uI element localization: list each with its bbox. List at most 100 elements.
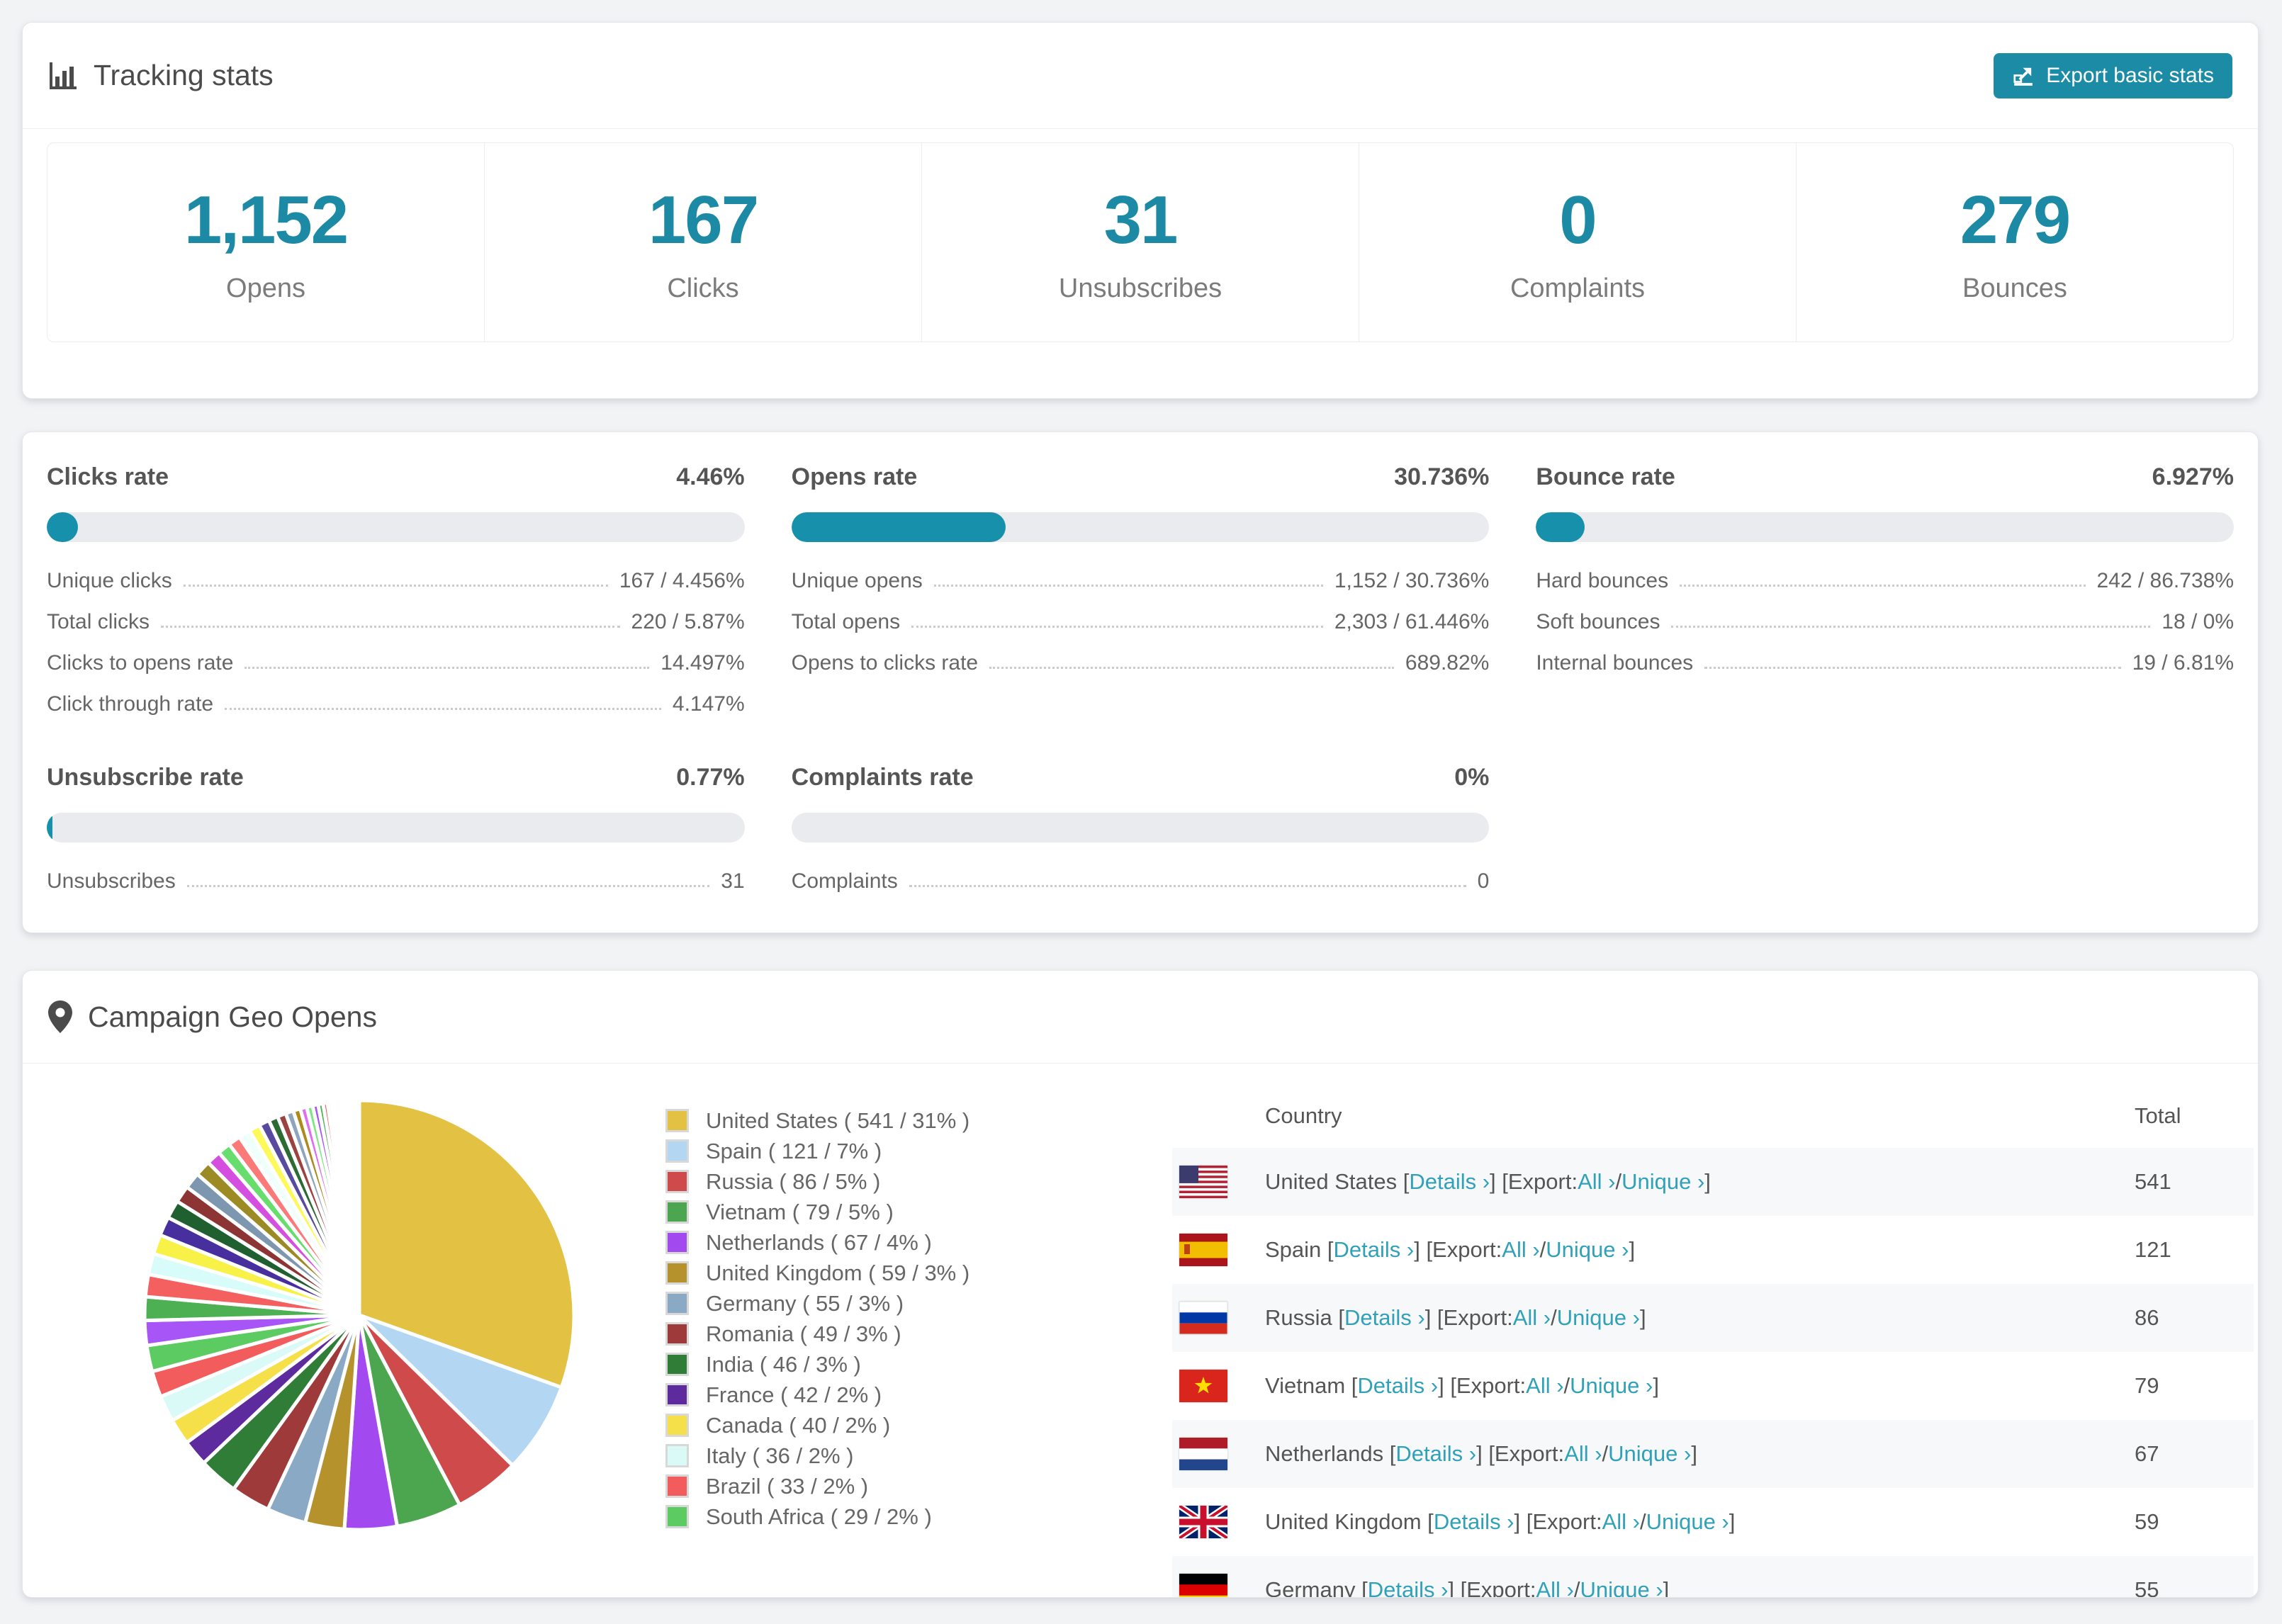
rate-progress-fill: [791, 512, 1006, 542]
rate-title: Bounce rate: [1536, 463, 1675, 490]
export-unique-link[interactable]: Unique ›: [1557, 1305, 1640, 1331]
legend-label: South Africa ( 29 / 2% ): [706, 1504, 932, 1529]
rate-detail-row: Unique clicks 167 / 4.456%: [47, 558, 745, 599]
export-all-link[interactable]: All ›: [1502, 1237, 1539, 1263]
campaign-stats-page: { "accent_color": "#1b8ba6", "link_color…: [0, 0, 2282, 1624]
dotted-leader: [161, 626, 620, 628]
export-all-link[interactable]: All ›: [1513, 1305, 1551, 1331]
rate-value: 0.77%: [676, 764, 745, 791]
legend-swatch-icon: [665, 1231, 689, 1254]
country-column-header: Country: [1265, 1103, 1342, 1128]
details-link[interactable]: Details ›: [1357, 1373, 1438, 1399]
legend-label: India ( 46 / 3% ): [706, 1351, 861, 1377]
total-cell: 55: [2135, 1577, 2159, 1598]
rate-progress-fill: [47, 512, 78, 542]
legend-item[interactable]: United States ( 541 / 31% ): [665, 1105, 969, 1136]
legend-item[interactable]: United Kingdom ( 59 / 3% ): [665, 1258, 969, 1288]
rate-block-header: Clicks rate 4.46%: [47, 463, 745, 491]
pie-legend: United States ( 541 / 31% ) Spain ( 121 /…: [665, 1105, 969, 1532]
rate-detail-row: Complaints 0: [792, 858, 1490, 899]
bar-chart-icon: [50, 62, 77, 89]
legend-swatch-icon: [665, 1139, 689, 1163]
legend-item[interactable]: Italy ( 36 / 2% ): [665, 1440, 969, 1471]
export-unique-link[interactable]: Unique ›: [1580, 1577, 1663, 1597]
details-link[interactable]: Details ›: [1395, 1441, 1476, 1467]
details-link[interactable]: Details ›: [1368, 1577, 1449, 1597]
stat-box: 31 Unsubscribes: [921, 143, 1359, 342]
rate-detail-label: Opens to clicks rate: [791, 651, 979, 675]
rate-detail-label: Hard bounces: [1536, 569, 1669, 592]
rate-detail-label: Soft bounces: [1536, 610, 1660, 633]
rate-block: Opens rate 30.736% Unique opens 1,152 / 30.…: [791, 463, 1490, 722]
rate-detail-row: Click through rate 4.147%: [47, 681, 745, 722]
legend-item[interactable]: Russia ( 86 / 5% ): [665, 1166, 969, 1197]
details-link[interactable]: Details ›: [1434, 1509, 1514, 1535]
legend-item[interactable]: Romania ( 49 / 3% ): [665, 1319, 969, 1349]
export-unique-link[interactable]: Unique ›: [1608, 1441, 1691, 1467]
us-flag-icon: [1179, 1166, 1227, 1198]
rate-detail-value: 242 / 86.738%: [2096, 569, 2235, 592]
rate-progress-bar: [791, 512, 1490, 542]
rate-detail-value: 2,303 / 61.446%: [1334, 610, 1490, 633]
export-all-link[interactable]: All ›: [1526, 1373, 1563, 1399]
tracking-stats-title: Tracking stats: [48, 59, 274, 92]
legend-swatch-icon: [665, 1474, 689, 1498]
rate-detail-value: 0: [1477, 869, 1490, 893]
stat-label: Complaints: [1510, 273, 1646, 303]
legend-item[interactable]: Spain ( 121 / 7% ): [665, 1136, 969, 1166]
export-unique-link[interactable]: Unique ›: [1546, 1237, 1629, 1263]
legend-item[interactable]: South Africa ( 29 / 2% ): [665, 1501, 969, 1532]
stat-value: 167: [648, 181, 759, 258]
rate-detail-list: Complaints 0: [792, 858, 1490, 899]
legend-label: Italy ( 36 / 2% ): [706, 1443, 854, 1468]
legend-item[interactable]: Germany ( 55 / 3% ): [665, 1288, 969, 1319]
legend-swatch-icon: [665, 1170, 689, 1193]
export-unique-link[interactable]: Unique ›: [1621, 1169, 1704, 1195]
legend-item[interactable]: India ( 46 / 3% ): [665, 1349, 969, 1380]
dotted-leader: [186, 885, 710, 887]
tracking-stats-header: Tracking stats Export basic stats: [23, 23, 2258, 129]
stat-value: 0: [1559, 181, 1597, 258]
country-cell: Vietnam [Details ›] [Export: All › / Uni…: [1172, 1370, 2135, 1402]
rate-detail-label: Complaints: [791, 869, 898, 893]
nl-flag-icon: [1179, 1438, 1227, 1470]
rate-detail-row: Total clicks 220 / 5.87%: [47, 599, 745, 640]
export-unique-link[interactable]: Unique ›: [1646, 1509, 1729, 1535]
details-link[interactable]: Details ›: [1409, 1169, 1490, 1195]
legend-item[interactable]: Vietnam ( 79 / 5% ): [665, 1197, 969, 1227]
details-link[interactable]: Details ›: [1344, 1305, 1425, 1331]
rate-detail-row: Hard bounces 242 / 86.738%: [1536, 558, 2234, 599]
table-row: Germany [Details ›] [Export: All › / Uni…: [1172, 1556, 2254, 1598]
legend-item[interactable]: Canada ( 40 / 2% ): [665, 1410, 969, 1440]
rate-detail-row: Unsubscribes 31: [47, 858, 745, 899]
details-link[interactable]: Details ›: [1334, 1237, 1415, 1263]
rate-progress-fill: [47, 813, 52, 842]
export-button-label: Export basic stats: [2046, 63, 2214, 87]
rate-detail-row: Soft bounces 18 / 0%: [1536, 599, 2234, 640]
export-unique-link[interactable]: Unique ›: [1570, 1373, 1653, 1399]
country-cell: Netherlands [Details ›] [Export: All › /…: [1172, 1438, 2135, 1470]
legend-item[interactable]: Netherlands ( 67 / 4% ): [665, 1227, 969, 1258]
legend-label: United States ( 541 / 31% ): [706, 1107, 970, 1133]
legend-swatch-icon: [665, 1444, 689, 1467]
stat-value: 1,152: [184, 181, 349, 258]
export-basic-stats-button[interactable]: Export basic stats: [1994, 52, 2232, 98]
legend-item[interactable]: Brazil ( 33 / 2% ): [665, 1471, 969, 1501]
rate-detail-value: 167 / 4.456%: [619, 569, 745, 592]
rate-detail-label: Clicks to opens rate: [47, 651, 234, 675]
stat-box: 1,152 Opens: [47, 143, 484, 342]
rate-detail-label: Click through rate: [47, 692, 214, 716]
legend-item[interactable]: France ( 42 / 2% ): [665, 1380, 969, 1410]
rate-detail-row: Unique opens 1,152 / 30.736%: [792, 558, 1490, 599]
country-cell: United States [Details ›] [Export: All ›…: [1172, 1166, 2135, 1198]
map-pin-icon: [48, 1000, 72, 1033]
export-all-link[interactable]: All ›: [1602, 1509, 1640, 1535]
country-cell: Russia [Details ›] [Export: All › / Uniq…: [1172, 1302, 2135, 1334]
rate-progress-bar: [47, 512, 745, 542]
legend-swatch-icon: [665, 1261, 689, 1285]
rate-block-header: Unsubscribe rate 0.77%: [47, 764, 745, 791]
rate-detail-value: 18 / 0%: [2162, 610, 2234, 633]
export-all-link[interactable]: All ›: [1564, 1441, 1602, 1467]
export-all-link[interactable]: All ›: [1578, 1169, 1615, 1195]
export-all-link[interactable]: All ›: [1536, 1577, 1573, 1597]
